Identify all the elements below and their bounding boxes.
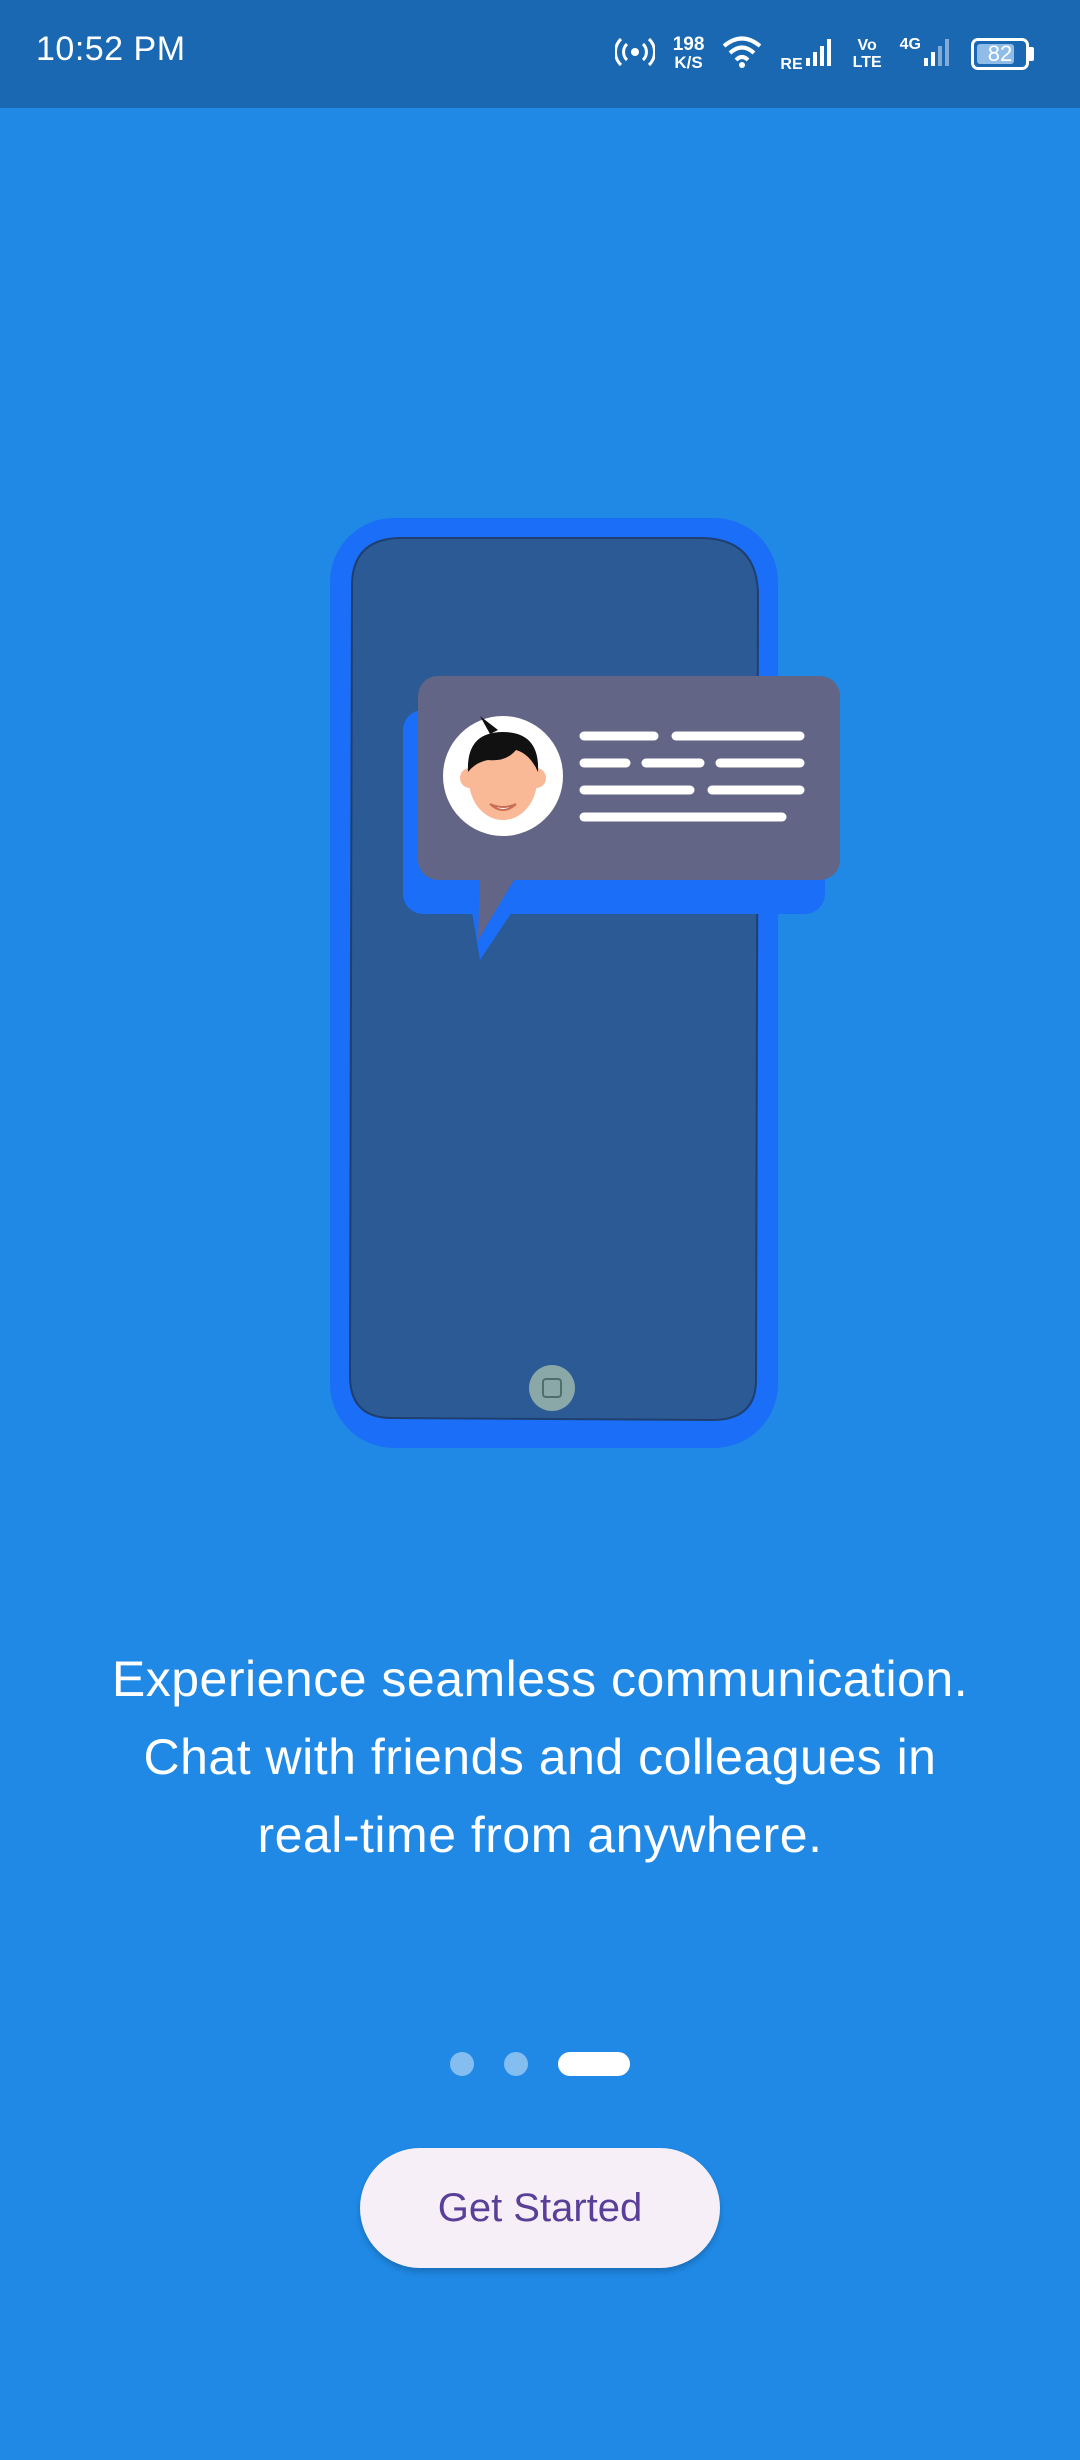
speed-value: 198 bbox=[672, 34, 705, 55]
volte-indicator: Vo LTE bbox=[853, 37, 882, 71]
speed-unit: K/S bbox=[674, 53, 703, 72]
page-dot[interactable] bbox=[504, 2052, 528, 2076]
status-bar: 10:52 PM 198 K/S RE Vo LTE 4G 82 bbox=[0, 0, 1080, 108]
get-started-button[interactable]: Get Started bbox=[360, 2148, 720, 2268]
signal-icon bbox=[805, 36, 835, 73]
signal-icon bbox=[923, 36, 953, 73]
chat-illustration bbox=[330, 518, 840, 1448]
home-button bbox=[529, 1365, 575, 1411]
network-label: 4G bbox=[899, 35, 921, 53]
wifi-icon bbox=[722, 35, 762, 74]
page-dot[interactable] bbox=[450, 2052, 474, 2076]
battery-level: 82 bbox=[987, 41, 1013, 66]
phone-screen bbox=[348, 537, 760, 1422]
hotspot-icon bbox=[613, 32, 656, 77]
volte-top: Vo bbox=[857, 37, 877, 54]
page-indicator bbox=[0, 2052, 1080, 2076]
message-line: real-time from anywhere. bbox=[257, 1807, 823, 1863]
battery-icon: 82 bbox=[971, 38, 1029, 70]
sim1-label: RE bbox=[780, 55, 803, 73]
status-time: 10:52 PM bbox=[36, 30, 186, 68]
page-dot-active[interactable] bbox=[558, 2052, 630, 2076]
status-icons: 198 K/S RE Vo LTE 4G 82 bbox=[613, 28, 1034, 80]
message-line: Experience seamless communication. bbox=[111, 1651, 969, 1707]
network-speed: 198 K/S bbox=[672, 34, 705, 72]
volte-bottom: LTE bbox=[852, 54, 882, 71]
avatar-icon bbox=[443, 716, 563, 836]
onboarding-message: Experience seamless communication. Chat … bbox=[0, 1640, 1080, 1874]
sim2-signal: 4G bbox=[900, 36, 953, 73]
message-line: Chat with friends and colleagues in bbox=[143, 1729, 937, 1785]
sim1-signal: RE bbox=[780, 36, 834, 73]
